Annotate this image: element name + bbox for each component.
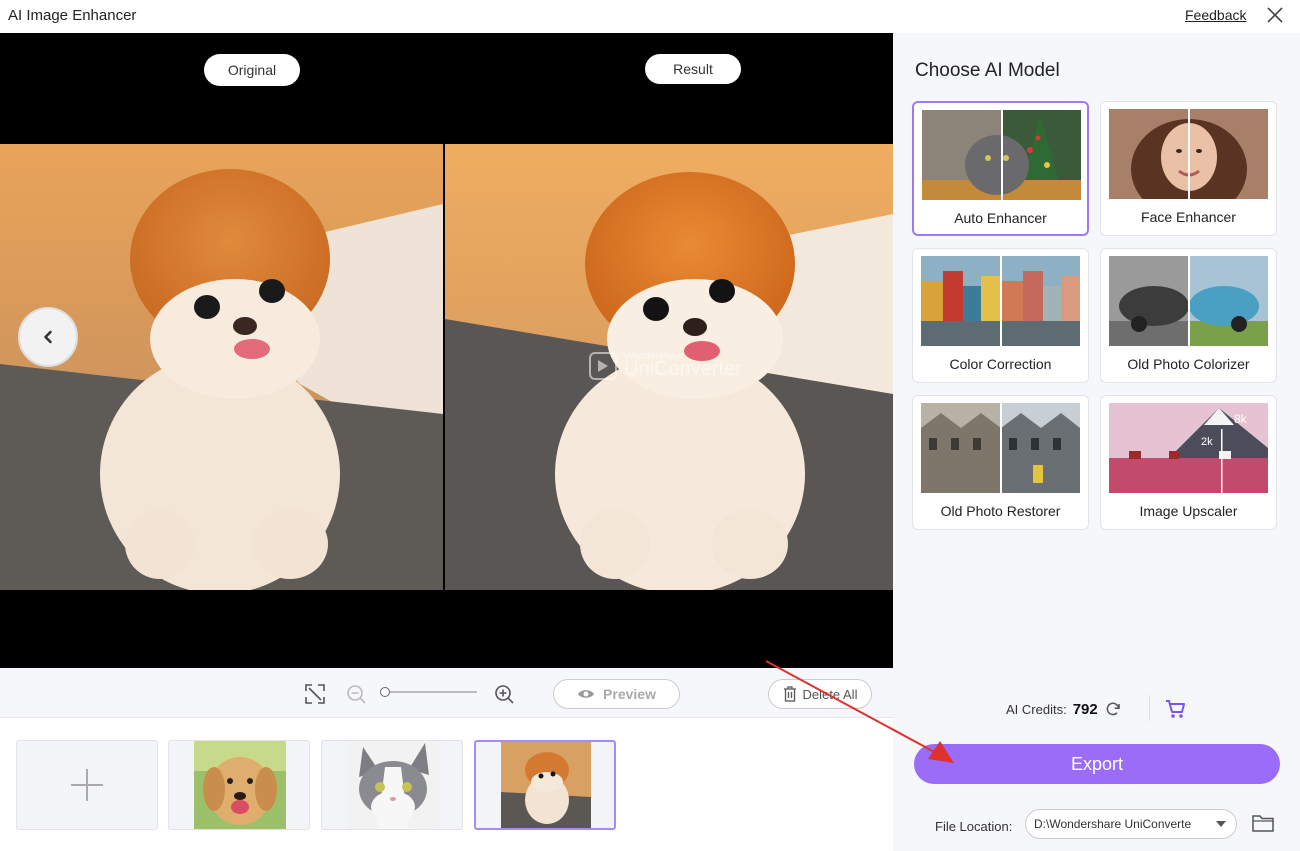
model-label: Old Photo Colorizer <box>1127 356 1250 372</box>
chevron-down-icon <box>1216 821 1226 827</box>
zoom-slider-handle[interactable] <box>380 687 390 697</box>
preview-toolbar: Preview Delete All <box>0 668 893 718</box>
cart-icon[interactable] <box>1164 698 1186 720</box>
model-panel: Choose AI Model Auto Enhancer Face Enhan… <box>893 33 1300 851</box>
add-image-button[interactable] <box>16 740 158 830</box>
thumbnail-pomeranian[interactable] <box>474 740 616 830</box>
file-location-value: D:\Wondershare UniConverte <box>1034 817 1192 831</box>
model-label: Old Photo Restorer <box>940 503 1061 519</box>
title-bar: AI Image Enhancer Feedback <box>0 0 1300 32</box>
file-location-dropdown[interactable]: D:\Wondershare UniConverte <box>1025 809 1237 839</box>
preview-button-label: Preview <box>603 686 656 702</box>
model-label: Auto Enhancer <box>954 210 1047 226</box>
result-label: Result <box>645 54 741 84</box>
chevron-left-icon <box>44 330 52 344</box>
export-button[interactable]: Export <box>914 744 1280 784</box>
file-location-label: File Location: <box>935 819 1013 834</box>
delete-all-label: Delete All <box>802 686 858 702</box>
thumbnail-golden-retriever[interactable] <box>168 740 310 830</box>
old-photo-restorer-preview <box>921 403 1080 493</box>
eye-icon <box>578 690 595 698</box>
ai-credits-label: AI Credits: <box>1006 701 1067 717</box>
panel-title: Choose AI Model <box>915 60 1060 81</box>
previous-image-button[interactable] <box>18 307 78 367</box>
model-card-image-upscaler[interactable]: 8k 2k Image Upscaler <box>1100 395 1277 530</box>
model-card-face-enhancer[interactable]: Face Enhancer <box>1100 101 1277 236</box>
watermark-product: UniConverter <box>624 358 742 380</box>
color-correction-preview <box>921 256 1080 346</box>
model-card-old-photo-colorizer[interactable]: Old Photo Colorizer <box>1100 248 1277 383</box>
trash-icon <box>783 686 796 702</box>
zoom-slider-track[interactable] <box>385 691 477 693</box>
thumbnail-cat[interactable] <box>321 740 463 830</box>
upscaler-8k-badge: 8k <box>1234 412 1248 426</box>
feedback-link[interactable]: Feedback <box>1185 7 1246 23</box>
thumbnail-image <box>194 741 286 829</box>
refresh-icon[interactable] <box>1104 700 1122 718</box>
thumbnail-image <box>501 742 591 828</box>
fit-screen-icon[interactable] <box>304 683 326 705</box>
zoom-out-icon[interactable] <box>345 683 367 705</box>
thumbnail-image <box>347 741 439 829</box>
original-image <box>0 144 443 590</box>
original-label: Original <box>204 54 300 86</box>
model-card-auto-enhancer[interactable]: Auto Enhancer <box>912 101 1089 236</box>
divider <box>1149 695 1150 721</box>
preview-area: Original Result Wondershare UniConverter <box>0 33 893 668</box>
model-card-old-photo-restorer[interactable]: Old Photo Restorer <box>912 395 1089 530</box>
model-card-color-correction[interactable]: Color Correction <box>912 248 1089 383</box>
preview-button[interactable]: Preview <box>553 679 680 709</box>
face-enhancer-preview <box>1109 109 1268 199</box>
image-upscaler-preview: 8k 2k <box>1109 403 1268 493</box>
delete-all-button[interactable]: Delete All <box>768 679 872 709</box>
upscaler-2k-badge: 2k <box>1201 436 1213 448</box>
model-label: Color Correction <box>949 356 1052 372</box>
folder-icon[interactable] <box>1252 813 1274 833</box>
auto-enhancer-preview <box>922 110 1081 200</box>
window-title: AI Image Enhancer <box>8 7 137 24</box>
old-photo-colorizer-preview <box>1109 256 1268 346</box>
plus-icon <box>71 769 103 801</box>
model-label: Face Enhancer <box>1141 209 1236 225</box>
zoom-in-icon[interactable] <box>493 683 515 705</box>
ai-credits: AI Credits: 792 <box>1006 700 1122 718</box>
close-icon[interactable] <box>1264 4 1286 26</box>
watermark: Wondershare UniConverter <box>588 351 742 381</box>
thumbnail-strip <box>0 719 893 851</box>
uniconverter-logo-icon <box>589 352 617 380</box>
ai-credits-value: 792 <box>1072 700 1098 718</box>
model-label: Image Upscaler <box>1139 503 1238 519</box>
